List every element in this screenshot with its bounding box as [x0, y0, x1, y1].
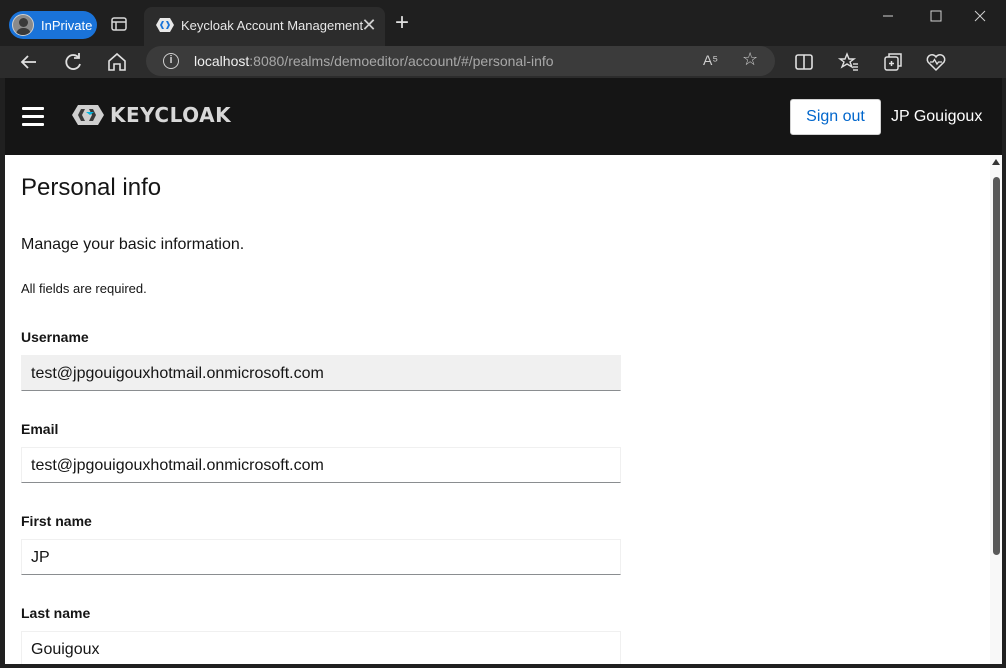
- page-subtitle: Manage your basic information.: [21, 236, 245, 253]
- read-aloud-icon[interactable]: A⁵: [703, 52, 718, 68]
- refresh-icon[interactable]: [61, 50, 85, 74]
- sign-out-button[interactable]: Sign out: [790, 99, 881, 135]
- browser-window: InPrivate Keycloak Account Management ✕ …: [0, 0, 1006, 668]
- page-scrollbar[interactable]: [990, 155, 1002, 664]
- email-label: Email: [21, 421, 59, 437]
- back-icon[interactable]: [17, 50, 41, 74]
- username-label: Username: [21, 329, 89, 345]
- address-bar[interactable]: i localhost:8080/realms/demoeditor/accou…: [146, 46, 775, 76]
- email-field[interactable]: test@jpgouigouxhotmail.onmicrosoft.com: [21, 447, 621, 483]
- tab-close-icon[interactable]: ✕: [360, 16, 378, 34]
- menu-toggle-icon[interactable]: [22, 107, 44, 126]
- keycloak-logo-icon: [72, 105, 104, 125]
- browser-essentials-icon[interactable]: [924, 50, 948, 74]
- masthead: KEYCLOAK Sign out JP Gouigoux: [5, 78, 1002, 155]
- required-note: All fields are required.: [21, 281, 147, 296]
- window-close-icon[interactable]: [965, 6, 995, 26]
- profile-avatar: [12, 14, 34, 36]
- keycloak-logo: KEYCLOAK: [72, 103, 232, 127]
- first-name-field[interactable]: JP: [21, 539, 621, 575]
- url-host: localhost: [194, 53, 250, 69]
- page-viewport: KEYCLOAK Sign out JP Gouigoux Personal i…: [5, 78, 1002, 664]
- first-name-label: First name: [21, 513, 92, 529]
- site-info-icon[interactable]: i: [163, 53, 179, 69]
- last-name-label: Last name: [21, 605, 91, 621]
- user-name[interactable]: JP Gouigoux: [891, 108, 982, 126]
- maximize-icon[interactable]: [921, 6, 951, 26]
- tab-strip: InPrivate Keycloak Account Management ✕ …: [0, 0, 1006, 46]
- last-name-field[interactable]: Gouigoux: [21, 631, 621, 664]
- collections-icon[interactable]: [881, 50, 905, 74]
- minimize-icon[interactable]: [873, 6, 903, 26]
- scrollbar-thumb[interactable]: [993, 177, 1000, 555]
- address-bar-row: i localhost:8080/realms/demoeditor/accou…: [0, 46, 1006, 78]
- tab-keycloak[interactable]: Keycloak Account Management ✕: [144, 7, 385, 46]
- logo-text: KEYCLOAK: [110, 103, 232, 127]
- page-title: Personal info: [21, 174, 162, 201]
- keycloak-favicon-icon: [156, 18, 174, 32]
- home-icon[interactable]: [105, 50, 129, 74]
- inprivate-label: InPrivate: [41, 17, 93, 33]
- tab-title: Keycloak Account Management: [181, 18, 364, 33]
- personal-info-content: Personal info Manage your basic informat…: [5, 155, 990, 664]
- split-screen-icon[interactable]: [792, 50, 816, 74]
- tab-actions-icon[interactable]: [110, 15, 128, 33]
- username-field: test@jpgouigouxhotmail.onmicrosoft.com: [21, 355, 621, 391]
- scroll-up-arrow-icon[interactable]: [992, 159, 1000, 165]
- url-text[interactable]: localhost:8080/realms/demoeditor/account…: [194, 53, 554, 69]
- inprivate-badge[interactable]: InPrivate: [9, 11, 97, 39]
- url-path: :8080/realms/demoeditor/account/#/person…: [249, 53, 554, 69]
- favorite-star-icon[interactable]: ☆: [742, 49, 758, 70]
- new-tab-button[interactable]: +: [391, 11, 413, 35]
- favorites-icon[interactable]: [837, 50, 861, 74]
